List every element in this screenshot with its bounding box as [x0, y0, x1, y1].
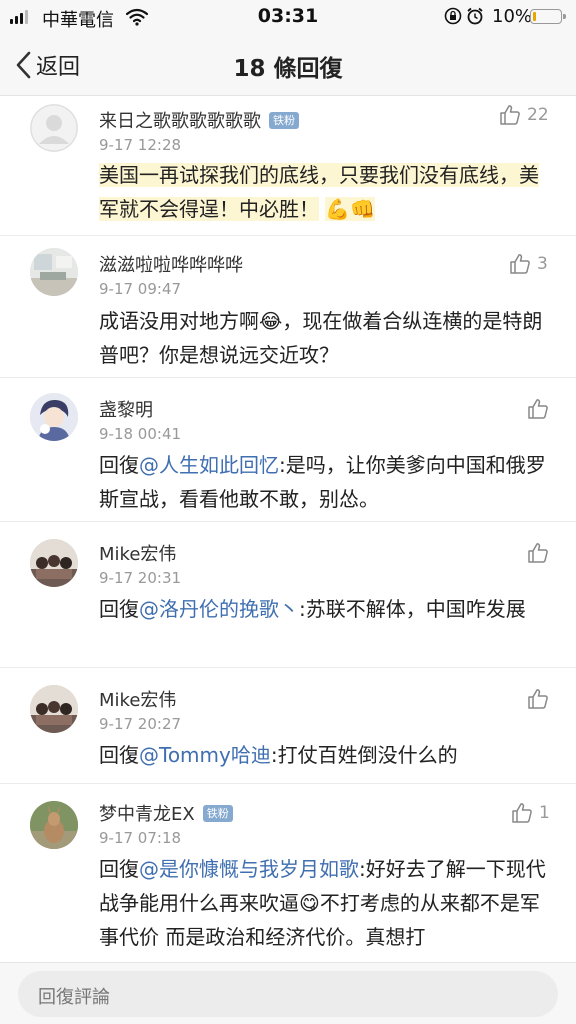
- username-text: Mike宏伟: [99, 690, 177, 711]
- timestamp: 9-17 09:47: [99, 280, 182, 298]
- reply-input-placeholder: 回復評論: [38, 987, 110, 1008]
- reply-content: 成语没用对地方啊😂，现在做着合纵连横的是特朗普吧？你是想说远交近攻？: [99, 304, 551, 372]
- battery-percentage: 10%: [492, 6, 533, 27]
- reply-text: :打仗百姓倒没什么的: [270, 743, 458, 767]
- timestamp: 9-17 12:28: [99, 136, 182, 154]
- mention-link[interactable]: @人生如此回忆: [139, 453, 279, 477]
- username[interactable]: 梦中青龙EX 铁粉: [99, 800, 233, 826]
- room-photo-avatar: [30, 248, 78, 296]
- like-button[interactable]: [527, 398, 549, 420]
- back-label: 返回: [36, 55, 81, 80]
- username-text: Mike宏伟: [99, 544, 177, 565]
- fan-badge: 铁粉: [202, 804, 233, 822]
- thumbs-up-icon: [528, 399, 548, 419]
- like-button[interactable]: 3: [509, 253, 548, 275]
- avatar[interactable]: [30, 248, 78, 296]
- username-text: 滋滋啦啦哗哗哗哗: [99, 255, 243, 276]
- avatar[interactable]: [30, 539, 78, 587]
- reply-prefix: 回復: [99, 597, 139, 621]
- username-text: 盏黎明: [99, 400, 153, 421]
- avatar[interactable]: [30, 685, 78, 733]
- reply-content: 回復@洛丹伦的挽歌丶:苏联不解体，中国咋发展: [99, 592, 551, 626]
- reply-prefix: 回復: [99, 453, 139, 477]
- mention-link[interactable]: @Tommy哈迪: [139, 743, 271, 767]
- thumbs-up-icon: [512, 803, 532, 823]
- timestamp: 9-18 00:41: [99, 425, 182, 443]
- reply-item: Mike宏伟 9-17 20:27 回復@Tommy哈迪:打仗百姓倒没什么的: [0, 668, 576, 784]
- reply-text: :苏联不解体，中国咋发展: [299, 597, 526, 621]
- default-avatar-icon: [30, 104, 78, 152]
- like-button[interactable]: [527, 688, 549, 710]
- timestamp: 9-17 20:31: [99, 569, 182, 587]
- kangaroo-photo-avatar: [30, 801, 78, 849]
- username[interactable]: 来日之歌歌歌歌歌歌 铁粉: [99, 107, 299, 133]
- reply-item: 滋滋啦啦哗哗哗哗 9-17 09:47 3 成语没用对地方啊😂，现在做着合纵连横…: [0, 236, 576, 378]
- rotation-lock-icon: [444, 7, 462, 29]
- username[interactable]: 滋滋啦啦哗哗哗哗: [99, 251, 243, 277]
- battery-icon: [530, 9, 566, 24]
- navigation-bar: 返回 18 條回復: [0, 34, 576, 96]
- like-button[interactable]: [527, 542, 549, 564]
- avatar[interactable]: [30, 393, 78, 441]
- reply-item: 盏黎明 9-18 00:41 回復@人生如此回忆:是吗，让你美爹向中国和俄罗斯宣…: [0, 378, 576, 522]
- username[interactable]: 盏黎明: [99, 396, 153, 422]
- reply-prefix: 回復: [99, 743, 139, 767]
- like-button[interactable]: 1: [511, 802, 550, 824]
- laughing-emoji: 😂: [259, 309, 283, 333]
- page-title: 18 條回復: [233, 56, 343, 82]
- yummy-face-emoji: 😋: [299, 891, 320, 915]
- reply-content: 回復@人生如此回忆:是吗，让你美爹向中国和俄罗斯宣战，看看他敢不敢，别怂。: [99, 448, 551, 516]
- reply-item: 梦中青龙EX 铁粉 9-17 07:18 1 回復@是你慷慨与我岁月如歌:好好去…: [0, 784, 576, 962]
- back-button[interactable]: 返回: [14, 48, 80, 82]
- like-button[interactable]: 22: [499, 104, 549, 126]
- reply-content: 回復@是你慷慨与我岁月如歌:好好去了解一下现代战争能用什么再来吹逼😋不打考虑的从…: [99, 852, 551, 954]
- thumbs-up-icon: [510, 254, 530, 274]
- reply-content: 美国一再试探我们的底线，只要我们没有底线，美军就不会得逞！中必胜！ 💪👊: [99, 158, 551, 226]
- mention-link[interactable]: @是你慷慨与我岁月如歌: [139, 857, 359, 881]
- timestamp: 9-17 20:27: [99, 715, 182, 733]
- username[interactable]: Mike宏伟: [99, 686, 176, 712]
- like-count: 1: [539, 803, 550, 823]
- group-photo-avatar: [30, 539, 78, 587]
- mention-link[interactable]: @洛丹伦的挽歌丶: [139, 597, 299, 621]
- chevron-left-icon: [16, 51, 31, 79]
- thumbs-up-icon: [528, 543, 548, 563]
- group-photo-avatar: [30, 685, 78, 733]
- status-bar: 中華電信 03:31 10%: [0, 0, 576, 34]
- username-text: 来日之歌歌歌歌歌歌: [99, 111, 261, 132]
- avatar[interactable]: [30, 104, 78, 152]
- flexed-biceps-emoji: 💪: [325, 197, 351, 221]
- fist-emoji: 👊: [350, 197, 376, 221]
- reply-item: Mike宏伟 9-17 20:31 回復@洛丹伦的挽歌丶:苏联不解体，中国咋发展: [0, 522, 576, 668]
- alarm-icon: [466, 7, 484, 29]
- bottom-reply-bar: 回復評論: [0, 962, 576, 1024]
- thumbs-up-icon: [500, 105, 520, 125]
- thumbs-up-icon: [528, 689, 548, 709]
- fan-badge: 铁粉: [269, 111, 299, 129]
- reply-prefix: 回復: [99, 857, 139, 881]
- cartoon-avatar: [30, 393, 78, 441]
- like-count: 22: [527, 105, 549, 125]
- reply-text-a: 成语没用对地方啊: [99, 309, 259, 333]
- avatar[interactable]: [30, 801, 78, 849]
- username[interactable]: Mike宏伟: [99, 540, 176, 566]
- reply-content: 回復@Tommy哈迪:打仗百姓倒没什么的: [99, 738, 551, 772]
- reply-text: 美国一再试探我们的底线，只要我们没有底线，美军就不会得逞！中必胜！: [99, 163, 539, 221]
- reply-item: 来日之歌歌歌歌歌歌 铁粉 9-17 12:28 22 美国一再试探我们的底线，只…: [0, 96, 576, 236]
- clock-time: 03:31: [257, 5, 319, 27]
- like-count: 3: [537, 254, 548, 274]
- reply-list[interactable]: 来日之歌歌歌歌歌歌 铁粉 9-17 12:28 22 美国一再试探我们的底线，只…: [0, 96, 576, 962]
- username-text: 梦中青龙EX: [99, 804, 195, 825]
- timestamp: 9-17 07:18: [99, 829, 182, 847]
- reply-comment-input[interactable]: 回復評論: [18, 971, 558, 1017]
